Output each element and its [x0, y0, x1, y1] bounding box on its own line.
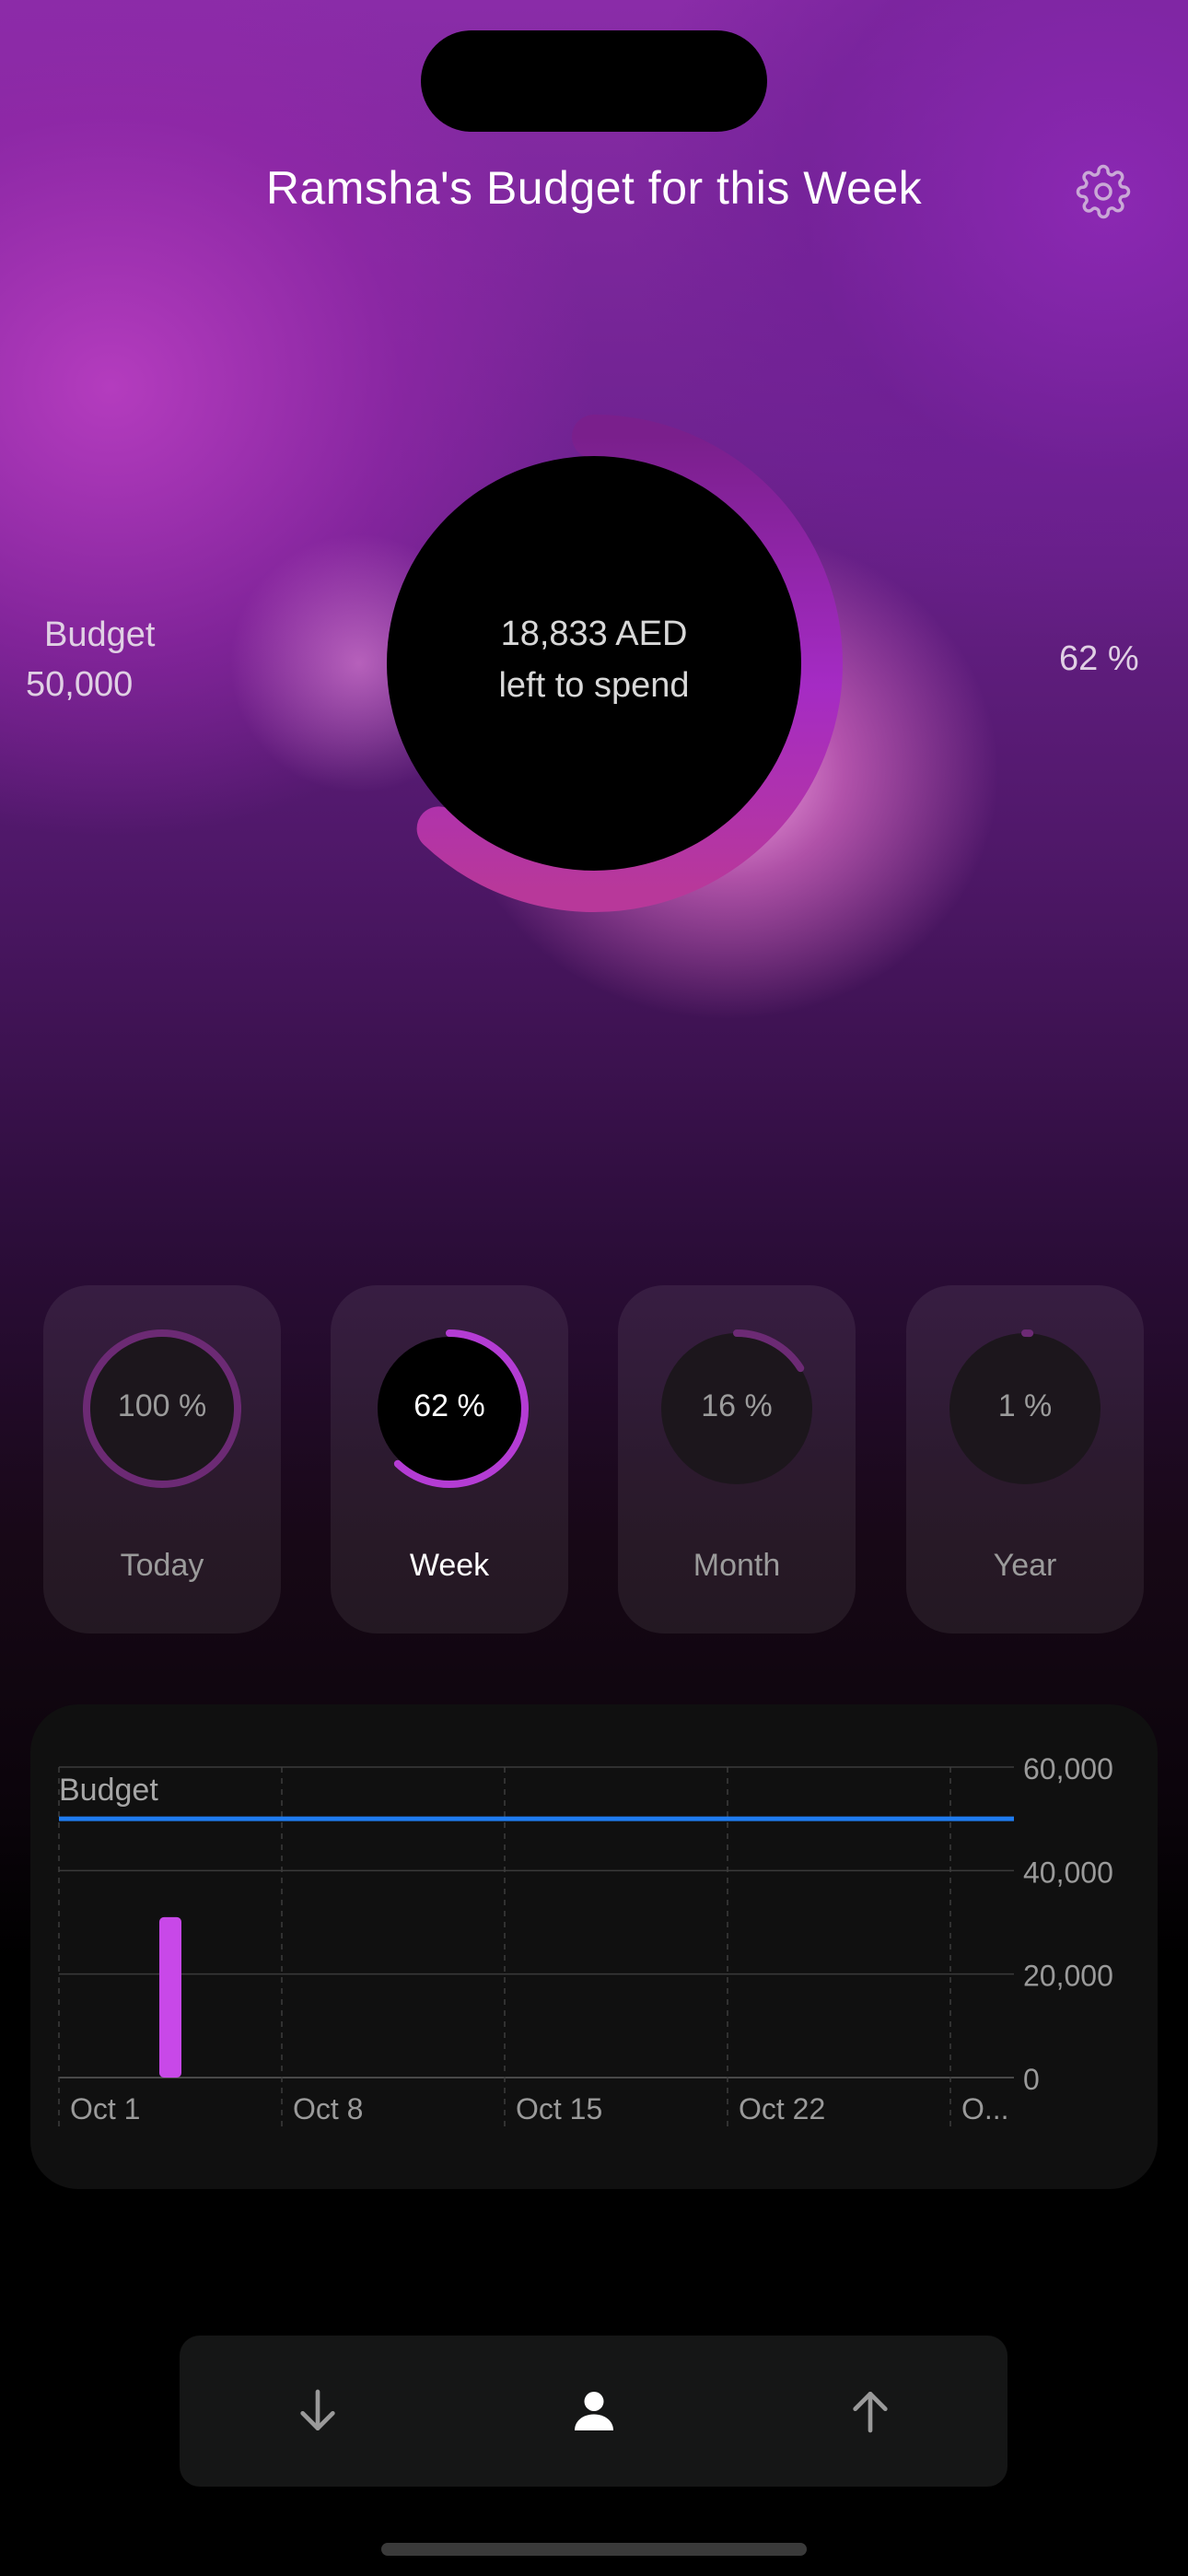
chart-canvas: 60,000 40,000 20,000 0 Oct 1 Oct 8 Oct 15 Oct 2… [58, 1752, 1113, 2126]
home-indicator [381, 2543, 807, 2556]
x-tick-label: Oct 22 [739, 2092, 825, 2125]
period-percent: 1 % [997, 1388, 1053, 1423]
y-tick-label: 40,000 [1023, 1856, 1113, 1889]
tab-expense[interactable] [732, 2336, 1007, 2487]
spending-bar [158, 1916, 181, 2078]
remaining-amount: 18,833 AED [500, 615, 688, 653]
period-card-month[interactable]: 16 % Month [618, 1285, 856, 1633]
x-tick-label: Oct 1 [70, 2092, 140, 2125]
period-percent: 16 % [701, 1388, 773, 1423]
period-card-today[interactable]: 100 % Today [43, 1285, 281, 1633]
main-progress-ring [387, 415, 843, 912]
y-tick-label: 0 [1023, 2063, 1040, 2096]
y-tick-label: 60,000 [1023, 1752, 1113, 1786]
arrow-down-icon [299, 2389, 335, 2430]
budget-label: Budget [44, 615, 156, 654]
x-tick-label: Oct 8 [293, 2092, 363, 2125]
tab-profile[interactable] [456, 2336, 731, 2487]
period-label: Today [120, 1548, 204, 1583]
budget-line-label: Budget [59, 1773, 158, 1808]
screen: Ramsha's Budget for this Week 18,833 AED… [0, 0, 1188, 2576]
period-card-year[interactable]: 1 % Year [906, 1285, 1144, 1633]
budget-value: 50,000 [26, 665, 134, 704]
period-label: Week [409, 1548, 490, 1583]
tab-bar [180, 2336, 1007, 2487]
percent-readout: 62 % [1059, 639, 1139, 678]
x-tick-label: O... [961, 2092, 1009, 2125]
period-label: Month [693, 1548, 781, 1583]
remaining-caption: left to spend [498, 666, 690, 705]
y-tick-label: 20,000 [1023, 1960, 1113, 1993]
x-tick-label: Oct 15 [516, 2092, 602, 2125]
remaining-display: 18,833 AED left to spend [387, 608, 801, 711]
spending-chart: 60,000 40,000 20,000 0 Oct 1 Oct 8 Oct 15 Oct 2… [30, 1704, 1158, 2189]
person-icon [574, 2392, 613, 2430]
period-label: Year [993, 1548, 1057, 1583]
period-percent: 62 % [413, 1388, 485, 1423]
period-card-week[interactable]: 62 % Week [331, 1285, 568, 1633]
arrow-up-icon [852, 2392, 888, 2433]
period-percent: 100 % [117, 1388, 207, 1423]
tab-income[interactable] [180, 2336, 455, 2487]
